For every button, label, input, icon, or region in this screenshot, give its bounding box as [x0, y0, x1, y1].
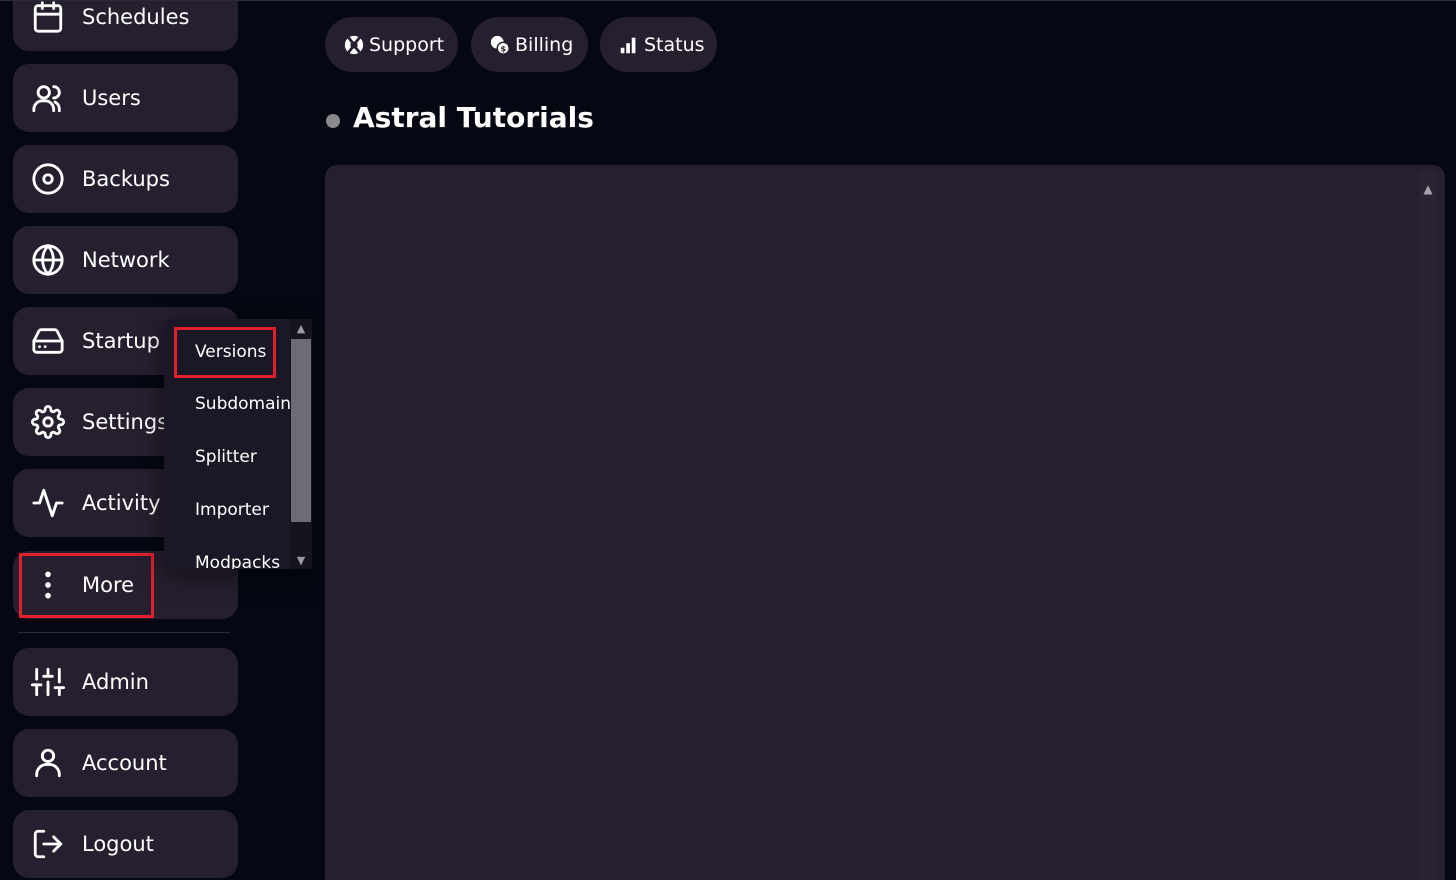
- support-label: Support: [369, 33, 445, 56]
- sidebar-item-network[interactable]: Network: [13, 226, 238, 294]
- billing-label: Billing: [515, 33, 574, 56]
- menu-item-modpacks[interactable]: Modpacks: [195, 553, 280, 569]
- menu-item-versions[interactable]: Versions: [195, 342, 266, 362]
- menu-item-importer[interactable]: Importer: [195, 500, 269, 520]
- sliders-icon: [31, 665, 65, 699]
- billing-button[interactable]: $ Billing: [471, 17, 588, 72]
- gear-icon: [31, 405, 65, 439]
- hard-drive-icon: [31, 324, 65, 358]
- sidebar-item-label: Network: [82, 248, 170, 272]
- dropdown-scroll-thumb[interactable]: [291, 339, 311, 522]
- console-scrollbar[interactable]: ▲: [1419, 171, 1437, 880]
- dropdown-scrollbar[interactable]: ▲ ▼: [290, 319, 312, 569]
- svg-text:$: $: [500, 43, 506, 53]
- scroll-up-icon[interactable]: ▲: [1419, 179, 1437, 199]
- activity-icon: [31, 486, 65, 520]
- coins-icon: $: [489, 34, 511, 56]
- calendar-icon: [31, 1, 65, 34]
- scroll-up-icon[interactable]: ▲: [290, 319, 312, 337]
- sidebar-item-label: Settings: [82, 410, 169, 434]
- sidebar-item-label: Logout: [82, 832, 154, 856]
- sidebar-item-label: Admin: [82, 670, 149, 694]
- sidebar-item-backups[interactable]: Backups: [13, 145, 238, 213]
- sidebar-item-label: Activity: [82, 491, 161, 515]
- users-icon: [31, 81, 65, 115]
- sidebar-item-label: Account: [82, 751, 167, 775]
- more-dropdown-menu: Versions Subdomain Splitter Importer Mod…: [164, 319, 312, 569]
- status-button[interactable]: Status: [600, 17, 717, 72]
- disc-icon: [31, 162, 65, 196]
- page-title: Astral Tutorials: [353, 101, 594, 134]
- signal-bars-icon: [618, 34, 640, 56]
- server-status-indicator: [326, 114, 340, 128]
- sidebar-item-admin[interactable]: Admin: [13, 648, 238, 716]
- support-button[interactable]: Support: [325, 17, 458, 72]
- sidebar-item-logout[interactable]: Logout: [13, 810, 238, 878]
- app-window: Schedules Users Backups Network Startup: [0, 0, 1456, 880]
- menu-item-subdomain[interactable]: Subdomain: [195, 394, 291, 414]
- console-panel[interactable]: ▲: [325, 165, 1445, 880]
- sidebar-item-schedules[interactable]: Schedules: [13, 1, 238, 51]
- globe-icon: [31, 243, 65, 277]
- status-label: Status: [644, 33, 705, 56]
- sidebar-item-account[interactable]: Account: [13, 729, 238, 797]
- menu-item-splitter[interactable]: Splitter: [195, 447, 257, 467]
- sidebar-item-label: Users: [82, 86, 141, 110]
- sidebar-item-label: Backups: [82, 167, 170, 191]
- scroll-down-icon[interactable]: ▼: [290, 551, 312, 569]
- logout-icon: [31, 827, 65, 861]
- more-vertical-icon: [31, 568, 65, 602]
- sidebar-divider: [18, 632, 230, 633]
- sidebar-item-label: Startup: [82, 329, 160, 353]
- sidebar-item-label: More: [82, 573, 135, 597]
- sidebar-item-label: Schedules: [82, 5, 190, 29]
- user-icon: [31, 746, 65, 780]
- sidebar-item-users[interactable]: Users: [13, 64, 238, 132]
- lifebuoy-icon: [343, 34, 365, 56]
